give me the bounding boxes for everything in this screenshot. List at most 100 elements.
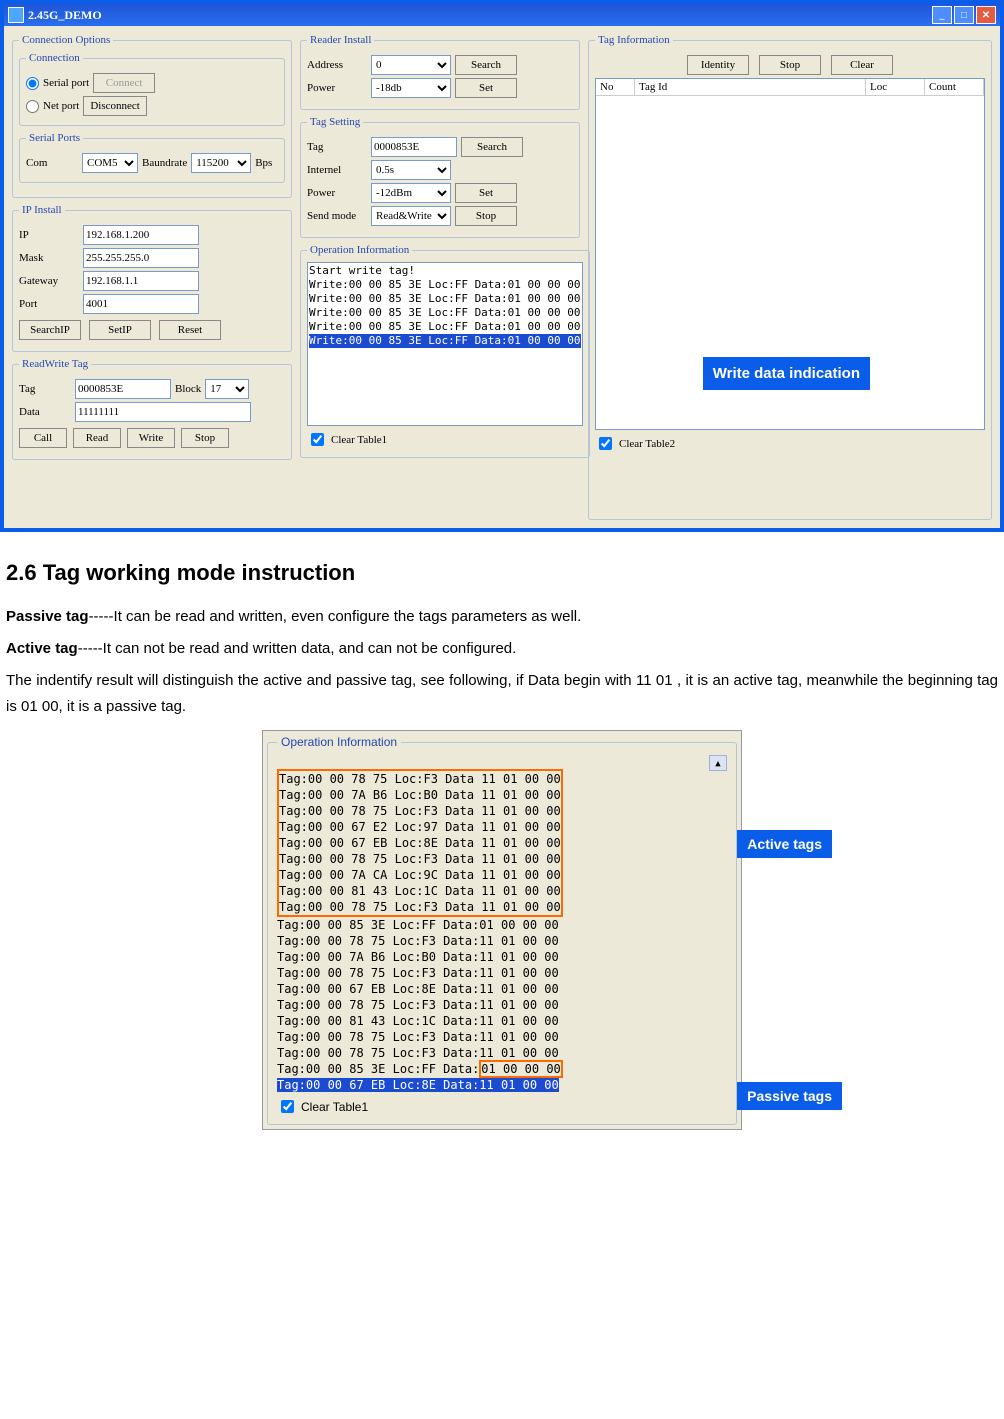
clear-table2-input[interactable] bbox=[599, 437, 612, 450]
serial-ports-group: Serial Ports Com COM5 Baundrate 115200 B… bbox=[19, 132, 285, 183]
log-line: Tag:00 00 78 75 Loc:F3 Data 11 01 00 00 bbox=[279, 852, 561, 866]
disconnect-button[interactable]: Disconnect bbox=[83, 96, 146, 116]
searchip-button[interactable]: SearchIP bbox=[19, 320, 81, 340]
app-icon bbox=[8, 7, 24, 23]
ts-tag-input[interactable] bbox=[371, 137, 457, 157]
clear-table1-input[interactable] bbox=[311, 433, 324, 446]
bps-label: Bps bbox=[255, 157, 272, 169]
active-tag-term: Active tag bbox=[6, 640, 78, 657]
reader-install-group: Reader Install Address 0 Search Power -1… bbox=[300, 34, 580, 110]
rw-tag-input[interactable] bbox=[75, 379, 171, 399]
identity-button[interactable]: Identity bbox=[687, 55, 749, 75]
col-no: No bbox=[596, 79, 635, 95]
log-line: Tag:00 00 81 43 Loc:1C Data 11 01 00 00 bbox=[279, 884, 561, 898]
block-label: Block bbox=[175, 383, 201, 395]
ts-power-select[interactable]: -12dBm bbox=[371, 183, 451, 203]
net-port-radio-input[interactable] bbox=[26, 100, 39, 113]
ts-set-button[interactable]: Set bbox=[455, 183, 517, 203]
log-line: Tag:00 00 78 75 Loc:F3 Data:11 01 00 00 bbox=[277, 934, 559, 948]
group-legend: Tag Setting bbox=[307, 116, 363, 128]
titlebar[interactable]: 2.45G_DEMO _ □ ✕ bbox=[4, 4, 1000, 26]
doc-paragraph: The indentify result will distinguish th… bbox=[6, 668, 998, 720]
log-line: Tag:00 00 7A B6 Loc:B0 Data 11 01 00 00 bbox=[279, 788, 561, 802]
ip-input[interactable] bbox=[83, 225, 199, 245]
tag-information-group: Tag Information Identity Stop Clear No T… bbox=[588, 34, 992, 520]
clear-table1-checkbox[interactable]: Clear Table1 bbox=[307, 430, 583, 449]
reader-power-select[interactable]: -18db bbox=[371, 78, 451, 98]
section-heading: 2.6 Tag working mode instruction bbox=[6, 560, 998, 586]
fig2-log[interactable]: ▲ Tag:00 00 78 75 Loc:F3 Data 11 01 00 00… bbox=[277, 753, 727, 1093]
baud-select[interactable]: 115200 bbox=[191, 153, 251, 173]
maximize-button[interactable]: □ bbox=[954, 6, 974, 24]
log-line: Write:00 00 85 3E Loc:FF Data:01 00 00 0… bbox=[309, 278, 581, 292]
log-line: Tag:00 00 78 75 Loc:F3 Data:11 01 00 00 bbox=[277, 998, 559, 1012]
ts-search-button[interactable]: Search bbox=[461, 137, 523, 157]
close-button[interactable]: ✕ bbox=[976, 6, 996, 24]
radio-label: Serial port bbox=[43, 77, 89, 89]
log-line: Tag:00 00 7A CA Loc:9C Data 11 01 00 00 bbox=[279, 868, 561, 882]
ts-stop-button[interactable]: Stop bbox=[455, 206, 517, 226]
sendmode-select[interactable]: Read&Write bbox=[371, 206, 451, 226]
clear-table1-label: Clear Table1 bbox=[331, 434, 387, 446]
ts-tag-label: Tag bbox=[307, 141, 367, 153]
com-select[interactable]: COM5 bbox=[82, 153, 138, 173]
group-legend: Connection bbox=[26, 52, 83, 64]
fig2-opinfo-group: Operation Information ▲Tag:00 00 78 75 L… bbox=[267, 735, 737, 1125]
fig2-clear-table1-checkbox[interactable]: Clear Table1 bbox=[277, 1097, 727, 1116]
window-title: 2.45G_DEMO bbox=[28, 8, 102, 23]
app-window: 2.45G_DEMO _ □ ✕ Connection Options Conn… bbox=[0, 0, 1004, 532]
log-line: Tag:00 00 78 75 Loc:F3 Data 11 01 00 00 bbox=[279, 772, 561, 786]
reader-set-button[interactable]: Set bbox=[455, 78, 517, 98]
write-button[interactable]: Write bbox=[127, 428, 175, 448]
setip-button[interactable]: SetIP bbox=[89, 320, 151, 340]
log-line: Tag:00 00 78 75 Loc:F3 Data:11 01 00 00 bbox=[277, 1046, 559, 1060]
mask-input[interactable] bbox=[83, 248, 199, 268]
log-line: Tag:00 00 85 3E Loc:FF Data:01 00 00 00 bbox=[277, 918, 559, 932]
serial-port-radio[interactable]: Serial port bbox=[26, 77, 89, 90]
log-line: Start write tag! bbox=[309, 264, 581, 278]
net-port-radio[interactable]: Net port bbox=[26, 100, 79, 113]
baud-label: Baundrate bbox=[142, 157, 187, 169]
group-legend: Connection Options bbox=[19, 34, 113, 46]
passive-data-box: 01 00 00 00 bbox=[479, 1060, 562, 1078]
call-button[interactable]: Call bbox=[19, 428, 67, 448]
reader-search-button[interactable]: Search bbox=[455, 55, 517, 75]
gateway-label: Gateway bbox=[19, 275, 79, 287]
log-line: Tag:00 00 7A B6 Loc:B0 Data:11 01 00 00 bbox=[277, 950, 559, 964]
log-line-selected: Write:00 00 85 3E Loc:FF Data:01 00 00 0… bbox=[309, 334, 581, 348]
rw-stop-button[interactable]: Stop bbox=[181, 428, 229, 448]
reader-power-label: Power bbox=[307, 82, 367, 94]
readwrite-tag-group: ReadWrite Tag Tag Block 17 Data Call Rea… bbox=[12, 358, 292, 460]
port-label: Port bbox=[19, 298, 79, 310]
com-label: Com bbox=[26, 157, 78, 169]
read-button[interactable]: Read bbox=[73, 428, 121, 448]
active-tags-callout: Active tags bbox=[737, 830, 832, 858]
connection-group: Connection Serial port Connect Net port … bbox=[19, 52, 285, 126]
group-legend: IP Install bbox=[19, 204, 65, 216]
fig2-clear-table1-label: Clear Table1 bbox=[301, 1100, 368, 1114]
ti-stop-button[interactable]: Stop bbox=[759, 55, 821, 75]
fig2-clear-table1-input[interactable] bbox=[281, 1100, 294, 1113]
reset-button[interactable]: Reset bbox=[159, 320, 221, 340]
connect-button[interactable]: Connect bbox=[93, 73, 155, 93]
log-line: Tag:00 00 78 75 Loc:F3 Data:11 01 00 00 bbox=[277, 1030, 559, 1044]
gateway-input[interactable] bbox=[83, 271, 199, 291]
log-line: Write:00 00 85 3E Loc:FF Data:01 00 00 0… bbox=[309, 292, 581, 306]
document-text: 2.6 Tag working mode instruction Passive… bbox=[0, 532, 1004, 720]
operation-log[interactable]: Start write tag!Write:00 00 85 3E Loc:FF… bbox=[307, 262, 583, 426]
minimize-button[interactable]: _ bbox=[932, 6, 952, 24]
figure-2: Operation Information ▲Tag:00 00 78 75 L… bbox=[262, 730, 742, 1130]
internel-select[interactable]: 0.5s bbox=[371, 160, 451, 180]
serial-port-radio-input[interactable] bbox=[26, 77, 39, 90]
rw-data-input[interactable] bbox=[75, 402, 251, 422]
scroll-up-icon[interactable]: ▲ bbox=[709, 755, 727, 771]
col-loc: Loc bbox=[866, 79, 925, 95]
tag-setting-group: Tag Setting TagSearch Internel0.5s Power… bbox=[300, 116, 580, 238]
clear-button[interactable]: Clear bbox=[831, 55, 893, 75]
block-select[interactable]: 17 bbox=[205, 379, 249, 399]
clear-table2-checkbox[interactable]: Clear Table2 bbox=[595, 434, 985, 453]
port-input[interactable] bbox=[83, 294, 199, 314]
rw-data-label: Data bbox=[19, 406, 71, 418]
address-select[interactable]: 0 bbox=[371, 55, 451, 75]
log-line: Tag:00 00 67 EB Loc:8E Data:11 01 00 00 bbox=[277, 982, 559, 996]
